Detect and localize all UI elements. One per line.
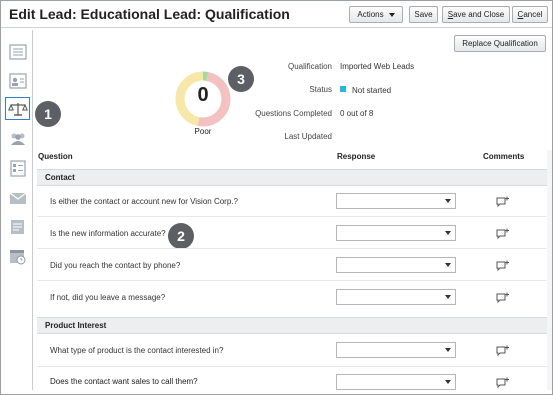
contact-card-icon (8, 72, 27, 89)
summary-icon (8, 43, 27, 60)
replace-qualification-button[interactable]: Replace Qualification (454, 35, 546, 52)
add-comment-icon[interactable] (496, 377, 510, 389)
qualification-grade: Poor (194, 127, 212, 136)
section-product-interest: Product Interest (37, 317, 547, 334)
column-header-comments: Comments (483, 152, 525, 161)
qualification-value: Imported Web Leads (340, 62, 415, 71)
add-comment-icon[interactable] (496, 196, 510, 208)
question-text: Is either the contact or account new for… (50, 197, 238, 206)
add-comment-icon[interactable] (496, 260, 510, 272)
nav-summary[interactable] (5, 40, 30, 63)
question-text: Does the contact want sales to call them… (50, 377, 198, 386)
nav-notes[interactable] (5, 215, 30, 238)
actions-menu-button[interactable]: Actions (349, 6, 403, 23)
section-contact: Contact (37, 169, 547, 186)
response-select[interactable] (336, 257, 456, 273)
notes-icon (10, 219, 24, 234)
nav-contact-card[interactable] (5, 69, 30, 92)
response-select[interactable] (336, 342, 456, 358)
header-divider (1, 27, 552, 28)
save-close-label: ave and Close (453, 10, 505, 19)
page-header: Edit Lead: Educational Lead: Qualificati… (1, 1, 552, 27)
question-text: What type of product is the contact inte… (50, 346, 224, 355)
add-comment-icon[interactable] (496, 292, 510, 304)
save-button[interactable]: Save (409, 6, 438, 23)
add-comment-icon[interactable] (496, 228, 510, 240)
last-updated-label: Last Updated (284, 132, 332, 141)
row-divider (37, 248, 547, 249)
questions-completed-label: Questions Completed (255, 109, 332, 118)
chevron-down-icon (445, 263, 451, 267)
row-divider (37, 216, 547, 217)
chevron-down-icon (445, 231, 451, 235)
cancel-label: ancel (523, 10, 543, 19)
row-divider (37, 280, 547, 281)
response-select[interactable] (336, 374, 456, 390)
callout-2: 2 (168, 223, 194, 249)
scales-icon (7, 102, 28, 116)
questions-completed-value: 0 out of 8 (340, 109, 374, 118)
status-value: Not started (352, 86, 392, 95)
response-select[interactable] (336, 225, 456, 241)
actions-label: Actions (357, 10, 384, 19)
qualification-score: 0 (197, 84, 209, 106)
add-comment-icon[interactable] (496, 345, 510, 357)
left-nav-divider (32, 30, 33, 390)
response-select[interactable] (336, 193, 456, 209)
calendar-icon (9, 249, 25, 264)
row-divider (37, 366, 547, 367)
save-and-close-button[interactable]: Save and Close (442, 6, 510, 23)
qualification-label: Qualification (287, 62, 332, 71)
chevron-down-icon (445, 295, 451, 299)
nav-checklist[interactable] (5, 156, 30, 179)
chevron-down-icon (445, 199, 451, 203)
column-header-question: Question (38, 152, 73, 161)
nav-email[interactable] (5, 186, 30, 209)
cancel-button[interactable]: Cancel (512, 6, 548, 23)
checklist-icon (9, 159, 26, 177)
vertical-scrollbar[interactable] (547, 150, 552, 390)
question-text: Did you reach the contact by phone? (50, 261, 181, 270)
chevron-down-icon (445, 348, 451, 352)
section-label: Product Interest (45, 321, 107, 330)
question-text: Is the new information accurate? (50, 229, 166, 238)
left-nav (2, 35, 32, 275)
email-icon (9, 192, 26, 204)
callout-1: 1 (35, 101, 61, 127)
chevron-down-icon (388, 12, 395, 17)
nav-qualification[interactable] (5, 97, 30, 120)
column-header-response: Response (337, 152, 376, 161)
question-text: If not, did you leave a message? (50, 293, 166, 302)
status-indicator (340, 86, 346, 92)
nav-team[interactable] (5, 127, 30, 150)
team-icon (10, 133, 25, 145)
section-label: Contact (45, 173, 75, 182)
page-title: Edit Lead: Educational Lead: Qualificati… (9, 6, 290, 22)
response-select[interactable] (336, 289, 456, 305)
chevron-down-icon (445, 380, 451, 384)
status-label: Status (309, 85, 332, 94)
nav-calendar[interactable] (5, 244, 30, 267)
